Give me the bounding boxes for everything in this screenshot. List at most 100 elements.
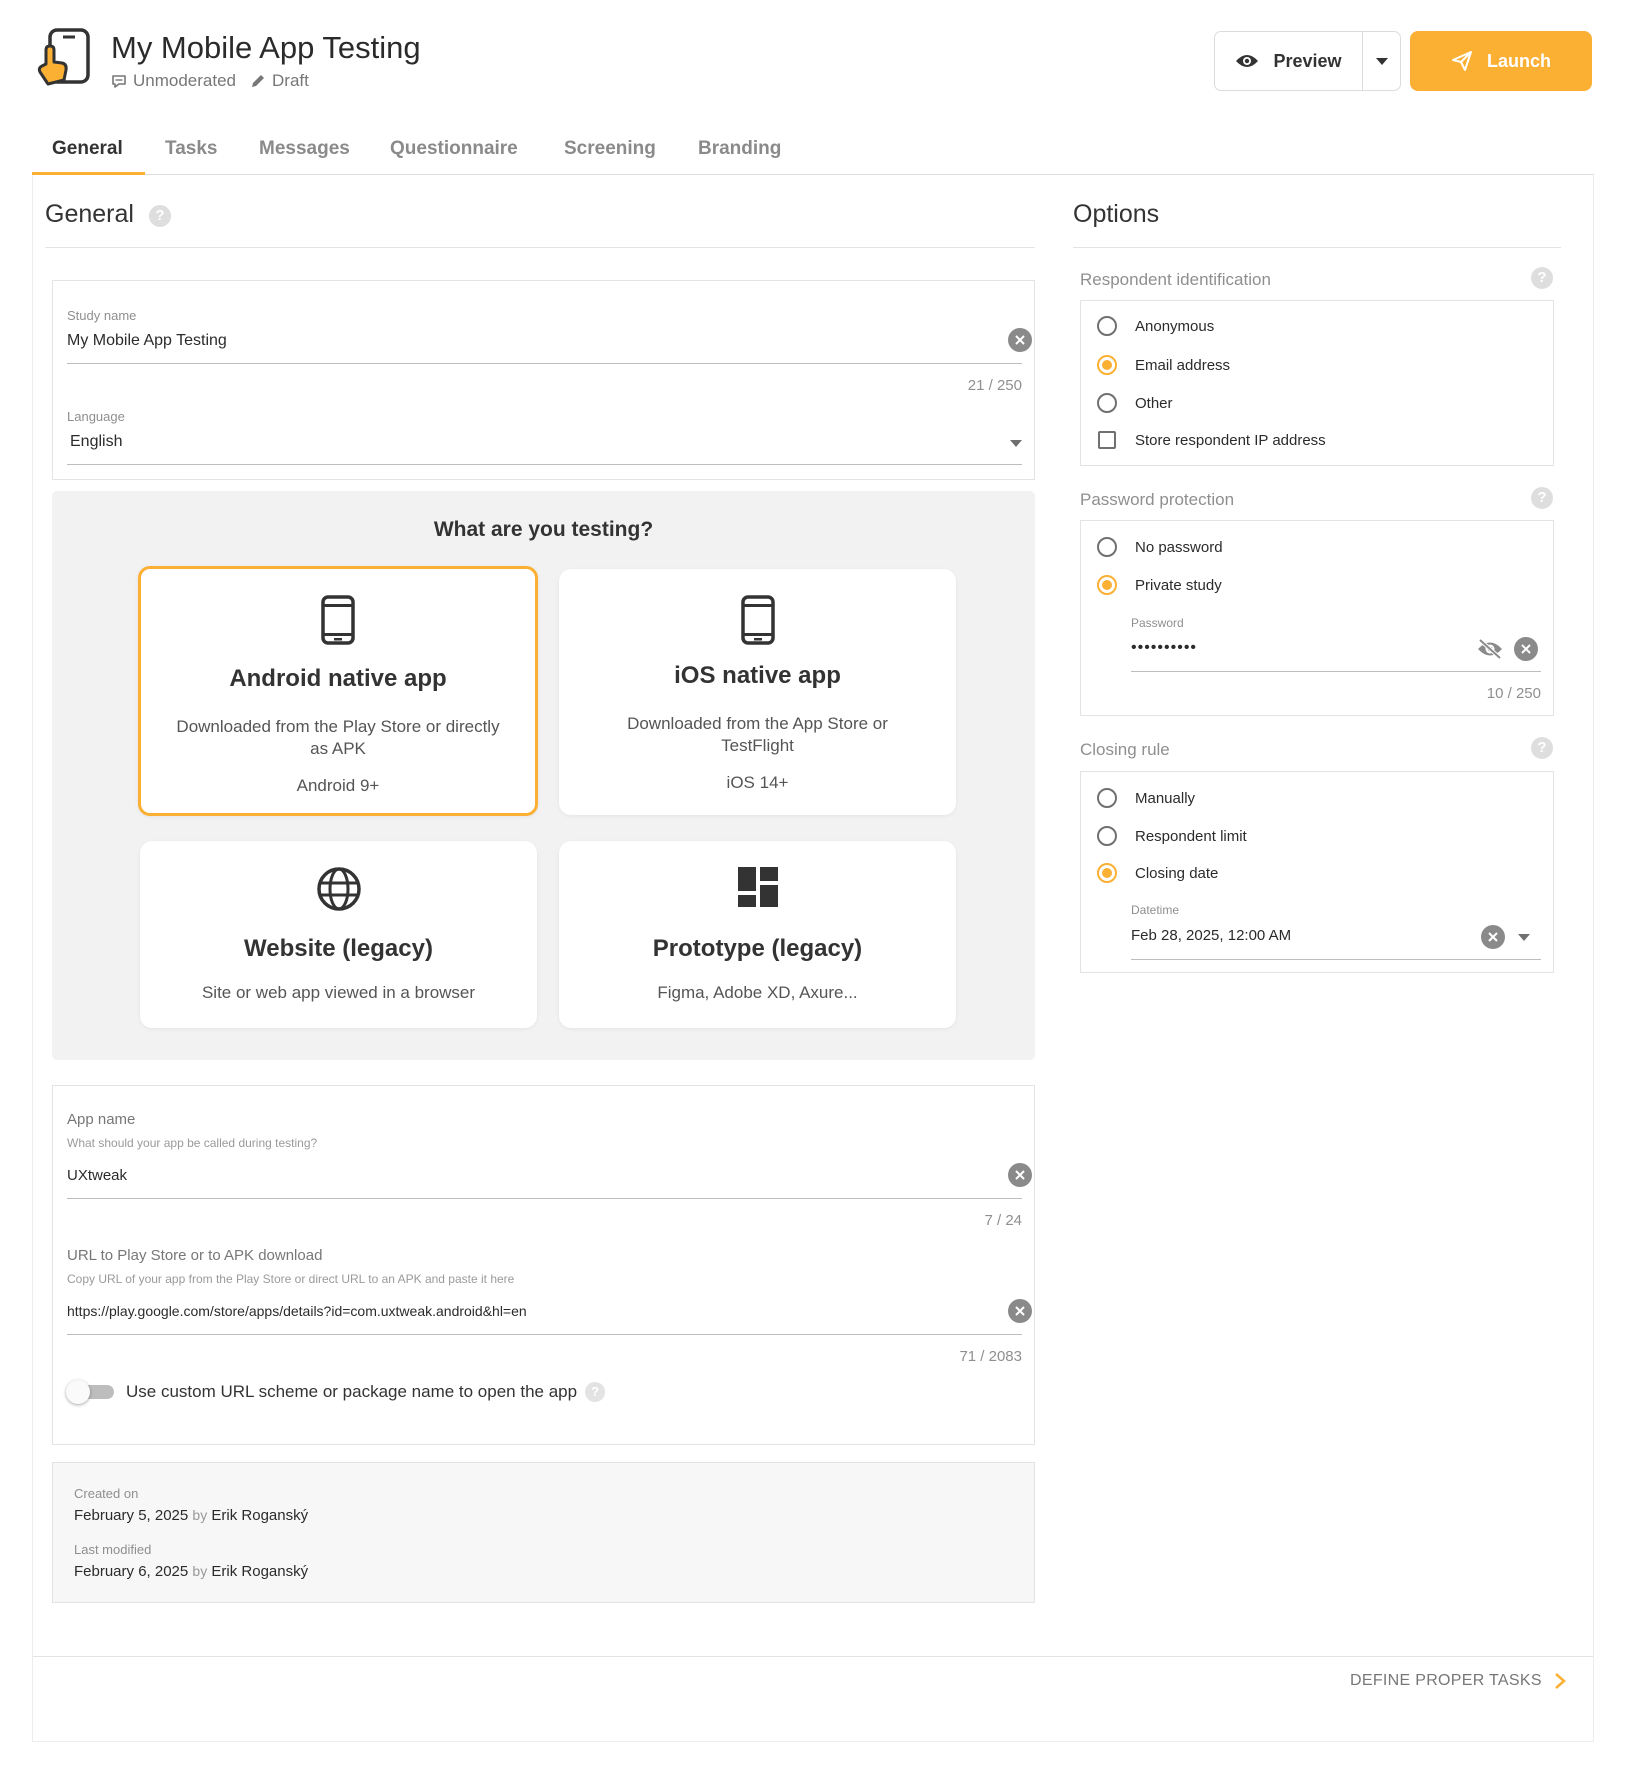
app-name-hint: What should your app be called during te… — [67, 1136, 318, 1150]
checkbox-box — [1098, 431, 1116, 449]
tab-branding[interactable]: Branding — [698, 138, 781, 160]
preview-button-group: Preview — [1214, 31, 1401, 91]
app-url-input[interactable]: https://play.google.com/store/apps/detai… — [67, 1303, 967, 1319]
created-by-word: by — [192, 1507, 208, 1523]
preview-button[interactable]: Preview — [1215, 32, 1363, 90]
radio-label: Email address — [1135, 356, 1231, 374]
options-section-title: Options — [1073, 200, 1160, 228]
radio-circle — [1097, 788, 1117, 808]
radio-closing-date[interactable]: Closing date — [1097, 863, 1218, 883]
tab-screening[interactable]: Screening — [564, 138, 656, 160]
option-website-legacy[interactable]: Website (legacy) Site or web app viewed … — [140, 841, 537, 1028]
clear-password-icon[interactable] — [1514, 637, 1538, 661]
radio-email-address[interactable]: Email address — [1097, 355, 1230, 375]
general-title: General — [45, 200, 134, 228]
option-ios-native-app[interactable]: iOS native app Downloaded from the App S… — [559, 569, 956, 815]
radio-respondent-limit[interactable]: Respondent limit — [1097, 826, 1247, 846]
clear-study-name-icon[interactable] — [1008, 328, 1032, 352]
dashboard-icon — [737, 867, 778, 907]
radio-no-password[interactable]: No password — [1097, 537, 1223, 557]
language-select[interactable]: English — [70, 433, 970, 451]
app-url-underline — [67, 1334, 1022, 1335]
language-chevron-down-icon[interactable] — [1010, 440, 1022, 447]
tab-tasks[interactable]: Tasks — [165, 138, 217, 160]
help-icon[interactable]: ? — [1531, 267, 1553, 289]
language-label: Language — [67, 409, 125, 424]
clear-app-url-icon[interactable] — [1008, 1299, 1032, 1323]
study-meta: Unmoderated Draft — [111, 71, 323, 91]
modified-info: February 6, 2025 by Erik Roganský — [74, 1563, 308, 1580]
radio-circle — [1097, 826, 1117, 846]
app-url-counter: 71 / 2083 — [959, 1348, 1022, 1365]
option-description-line: Downloaded from the App Store or — [627, 714, 888, 733]
help-icon[interactable]: ? — [1531, 487, 1553, 509]
option-name: iOS native app — [674, 662, 841, 689]
respondent-identification-heading: Respondent identification — [1080, 270, 1271, 289]
chevron-down-icon — [1375, 57, 1388, 65]
history-card: Created on February 5, 2025 by Erik Roga… — [52, 1462, 1035, 1603]
radio-label: Other — [1135, 394, 1173, 412]
password-label: Password — [1131, 616, 1184, 630]
clear-datetime-icon[interactable] — [1481, 925, 1505, 949]
pencil-icon — [252, 75, 265, 87]
tab-messages[interactable]: Messages — [259, 138, 350, 160]
created-label: Created on — [74, 1486, 139, 1501]
created-info: February 5, 2025 by Erik Roganský — [74, 1507, 308, 1524]
study-name-input[interactable]: My Mobile App Testing — [67, 332, 967, 350]
datetime-label: Datetime — [1131, 903, 1180, 917]
option-prototype-legacy[interactable]: Prototype (legacy) Figma, Adobe XD, Axur… — [559, 841, 956, 1028]
smartphone-icon — [321, 595, 355, 645]
toggle-knob — [66, 1380, 90, 1404]
options-divider — [1073, 247, 1561, 248]
custom-url-scheme-toggle[interactable] — [66, 1380, 116, 1404]
smartphone-icon — [740, 595, 775, 645]
radio-private-study[interactable]: Private study — [1097, 575, 1222, 595]
radio-label: Private study — [1135, 576, 1222, 594]
radio-label: No password — [1135, 538, 1223, 556]
radio-anonymous[interactable]: Anonymous — [1097, 316, 1214, 336]
option-description: Downloaded from the App Store or TestFli… — [579, 713, 936, 757]
option-description-line: as APK — [310, 739, 366, 758]
option-description-line: Downloaded from the Play Store or direct… — [176, 717, 500, 736]
option-version: iOS 14+ — [726, 773, 789, 792]
app-name-input[interactable]: UXtweak — [67, 1167, 967, 1184]
language-underline — [67, 464, 1022, 465]
created-by-user: Erik Roganský — [211, 1507, 309, 1524]
help-icon[interactable]: ? — [148, 205, 171, 227]
study-name-underline — [67, 363, 1022, 364]
radio-other[interactable]: Other — [1097, 393, 1173, 413]
general-section-title: General ? — [45, 200, 171, 229]
testing-type-panel: What are you testing? Android native app… — [52, 491, 1035, 1060]
closing-rule-heading: Closing rule — [1080, 740, 1170, 759]
footer-divider — [33, 1656, 1593, 1657]
define-tasks-label: DEFINE PROPER TASKS — [1350, 1672, 1542, 1689]
eye-off-icon[interactable] — [1477, 638, 1503, 660]
clear-app-name-icon[interactable] — [1008, 1163, 1032, 1187]
option-name: Website (legacy) — [244, 935, 433, 962]
preview-label: Preview — [1273, 50, 1342, 71]
option-description: Downloaded from the Play Store or direct… — [161, 716, 515, 760]
help-icon[interactable]: ? — [585, 1382, 606, 1402]
radio-manually[interactable]: Manually — [1097, 788, 1195, 808]
launch-button[interactable]: Launch — [1410, 31, 1592, 91]
tab-bar: General Tasks Messages Questionnaire Scr… — [32, 120, 1594, 175]
define-tasks-link[interactable]: DEFINE PROPER TASKS — [1350, 1672, 1566, 1690]
checkbox-store-ip[interactable]: Store respondent IP address — [1098, 431, 1326, 449]
tab-questionnaire[interactable]: Questionnaire — [390, 138, 518, 160]
option-android-native-app[interactable]: Android native app Downloaded from the P… — [138, 566, 538, 816]
password-protection-card: No password Private study Password •••••… — [1080, 520, 1554, 716]
radio-label: Closing date — [1135, 864, 1219, 882]
mobile-touch-logo-icon — [37, 28, 90, 86]
password-underline — [1131, 671, 1541, 672]
app-name-counter: 7 / 24 — [984, 1212, 1022, 1229]
general-divider — [45, 247, 1035, 248]
help-icon[interactable]: ? — [1531, 737, 1553, 759]
datetime-chevron-down-icon[interactable] — [1518, 934, 1530, 941]
option-description: Figma, Adobe XD, Axure... — [657, 983, 858, 1002]
datetime-input[interactable]: Feb 28, 2025, 12:00 AM — [1131, 927, 1291, 944]
password-input[interactable]: •••••••••• — [1131, 639, 1197, 657]
preview-dropdown-toggle[interactable] — [1363, 32, 1400, 90]
tab-general[interactable]: General — [52, 138, 123, 160]
globe-icon — [316, 867, 361, 911]
chat-bubble-icon — [112, 75, 126, 88]
